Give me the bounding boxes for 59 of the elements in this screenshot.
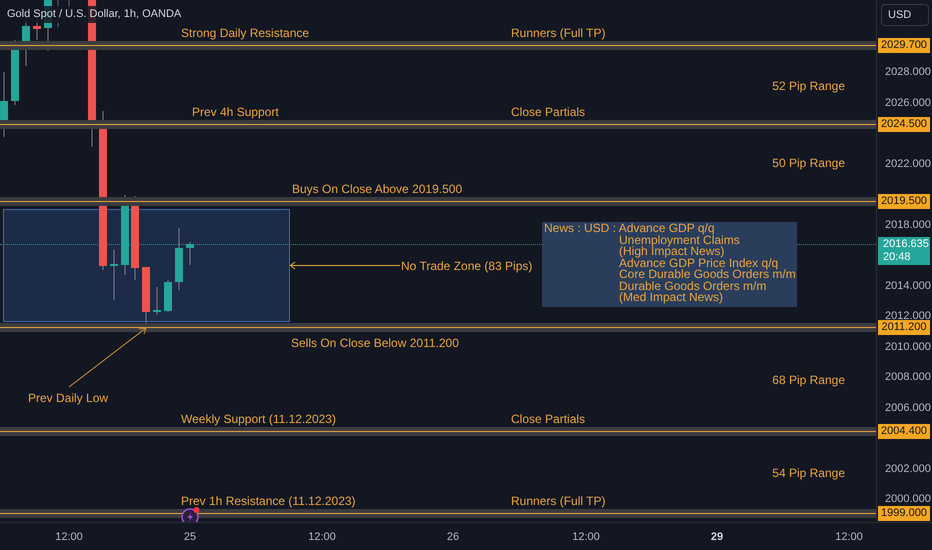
news-text: (Med Impact News) (618, 292, 724, 304)
level-label: Prev 1h Resistance (11.12.2023) (181, 493, 356, 510)
price-tick: 2018.000 (885, 218, 931, 233)
candle (110, 250, 118, 300)
pip-range-label: 52 Pip Range (772, 78, 845, 95)
candle (164, 280, 172, 312)
candle (153, 287, 161, 315)
price-tick: 2000.000 (885, 492, 931, 507)
chart-title: Gold Spot / U.S. Dollar, 1h, OANDA (5, 6, 184, 22)
time-tick: 12:00 (835, 530, 863, 545)
level-label: Weekly Support (11.12.2023) (181, 411, 336, 428)
level-label: Runners (Full TP) (511, 493, 606, 510)
price-tick: 2010.000 (885, 340, 931, 355)
time-tick: 12:00 (308, 530, 336, 545)
price-label: 2004.400 (878, 424, 930, 439)
level-label: Sells On Close Below 2011.200 (291, 335, 459, 352)
pip-range-label: 68 Pip Range (772, 372, 845, 389)
price-tick: 2012.000 (885, 309, 931, 322)
time-tick: 29 (710, 530, 724, 545)
level-label: Strong Daily Resistance (181, 25, 310, 42)
price-tick: 2006.000 (885, 401, 931, 416)
level-label: Prev 4h Support (192, 104, 279, 121)
lightning-event-icon[interactable] (181, 506, 201, 522)
bar-countdown: 20:48 (883, 251, 912, 264)
news-text: Advance GDP Price Index q/q (618, 258, 778, 269)
level-label: Buys On Close Above 2019.500 (292, 181, 462, 198)
price-tick: 2002.000 (885, 462, 931, 477)
news-text: Unemployment Claims (618, 234, 741, 246)
level-label: Close Partials (511, 411, 586, 428)
zone-label: No Trade Zone (83 Pips) (401, 258, 532, 275)
time-tick: 12:00 (55, 530, 83, 545)
price-label: 2019.500 (878, 194, 930, 209)
callout-label: Prev Daily Low (28, 390, 108, 407)
price-label: 1999.000 (878, 506, 930, 521)
news-text: Durable Goods Orders m/m (618, 280, 768, 292)
price-label: 2024.500 (878, 117, 930, 132)
level-label: Runners (Full TP) (511, 25, 606, 42)
pip-range-label: 54 Pip Range (772, 465, 845, 482)
news-text: News : USD : Advance GDP q/q (544, 223, 716, 234)
arrow-icon (68, 327, 148, 389)
candle (186, 242, 194, 265)
candle (175, 228, 183, 290)
price-tick: 2028.000 (885, 65, 931, 80)
currency-button[interactable]: USD (881, 4, 929, 26)
candle (11, 40, 19, 105)
price-label: 2029.700 (878, 38, 930, 53)
price-tick: 2014.000 (885, 279, 931, 294)
time-tick: 25 (184, 530, 196, 545)
pip-range-label: 50 Pip Range (772, 155, 845, 172)
news-text: Core Durable Goods Orders m/m (618, 269, 797, 280)
time-tick: 26 (446, 530, 460, 545)
time-tick: 12:00 (572, 530, 600, 545)
price-label: 2011.200 (878, 320, 930, 335)
level-label: Close Partials (511, 104, 586, 121)
price-tick: 2022.000 (885, 157, 931, 172)
news-text: (High Impact News) (618, 246, 724, 258)
price-tick: 2008.000 (885, 370, 931, 385)
arrow-icon (289, 261, 401, 270)
price-tick: 2026.000 (885, 96, 931, 111)
